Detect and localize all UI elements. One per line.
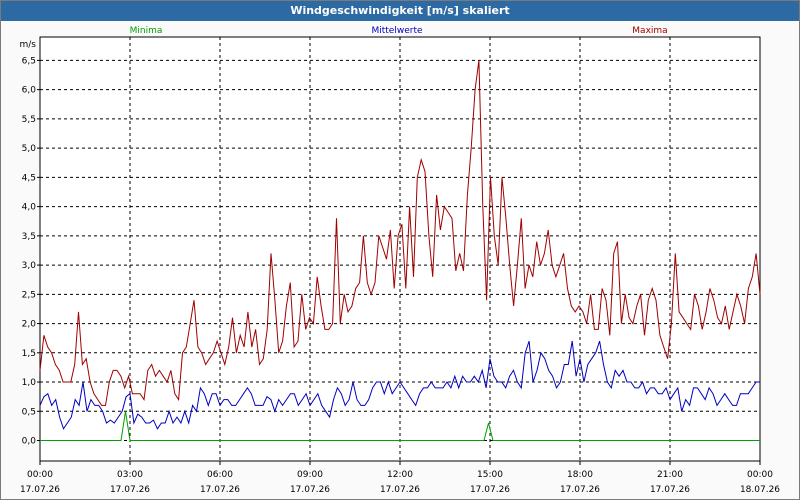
x-tick-time: 21:00 bbox=[657, 470, 683, 480]
y-tick-label: 3,5 bbox=[22, 232, 36, 242]
y-tick-label: 3,0 bbox=[22, 261, 37, 271]
x-tick-time: 06:00 bbox=[207, 470, 233, 480]
y-unit-label: m/s bbox=[20, 40, 37, 50]
x-tick-date: 17.07.26 bbox=[650, 485, 690, 495]
x-tick-date: 18.07.26 bbox=[740, 485, 780, 495]
y-tick-label: 4,0 bbox=[22, 203, 37, 213]
y-axis: 0,0 0,5 1,0 1,5 2,0 2,5 3,0 3,5 4,0 4,5 5,0 5,5 6,0 6… bbox=[20, 40, 40, 447]
x-tick-time: 18:00 bbox=[567, 470, 593, 480]
x-tick-date: 17.07.26 bbox=[20, 485, 60, 495]
legend: Minima Mittelwerte Maxima bbox=[130, 26, 668, 36]
x-tick-date: 17.07.26 bbox=[380, 485, 420, 495]
y-tick-label: 6,0 bbox=[22, 86, 37, 96]
x-tick-time: 00:00 bbox=[747, 470, 773, 480]
y-tick-label: 0,5 bbox=[22, 407, 36, 417]
x-tick-time: 15:00 bbox=[477, 470, 503, 480]
x-tick-time: 00:00 bbox=[27, 470, 53, 480]
legend-maxima: Maxima bbox=[632, 26, 667, 36]
x-tick-date: 17.07.26 bbox=[200, 485, 240, 495]
x-axis: 00:00 17.07.26 03:00 17.07.26 06:00 17.07.26 0… bbox=[20, 461, 780, 495]
x-tick-time: 03:00 bbox=[117, 470, 143, 480]
x-tick-time: 09:00 bbox=[297, 470, 323, 480]
x-tick-date: 17.07.26 bbox=[470, 485, 510, 495]
y-tick-label: 2,5 bbox=[22, 290, 36, 300]
x-tick-date: 17.07.26 bbox=[110, 485, 150, 495]
y-tick-label: 1,5 bbox=[22, 349, 36, 359]
x-tick-time: 12:00 bbox=[387, 470, 413, 480]
y-tick-label: 6,5 bbox=[22, 56, 36, 66]
x-tick-date: 17.07.26 bbox=[290, 485, 330, 495]
legend-mittelwerte: Mittelwerte bbox=[371, 26, 422, 36]
y-tick-label: 5,5 bbox=[22, 115, 36, 125]
x-tick-date: 17.07.26 bbox=[560, 485, 600, 495]
legend-minima: Minima bbox=[130, 26, 163, 36]
y-tick-label: 5,0 bbox=[22, 144, 37, 154]
y-tick-label: 4,5 bbox=[22, 173, 36, 183]
y-tick-label: 1,0 bbox=[22, 378, 37, 388]
y-tick-label: 0,0 bbox=[22, 437, 37, 447]
wind-speed-chart: 0,0 0,5 1,0 1,5 2,0 2,5 3,0 3,5 4,0 4,5 5,0 5,5 6,0 6… bbox=[20, 26, 781, 495]
y-tick-label: 2,0 bbox=[22, 320, 37, 330]
